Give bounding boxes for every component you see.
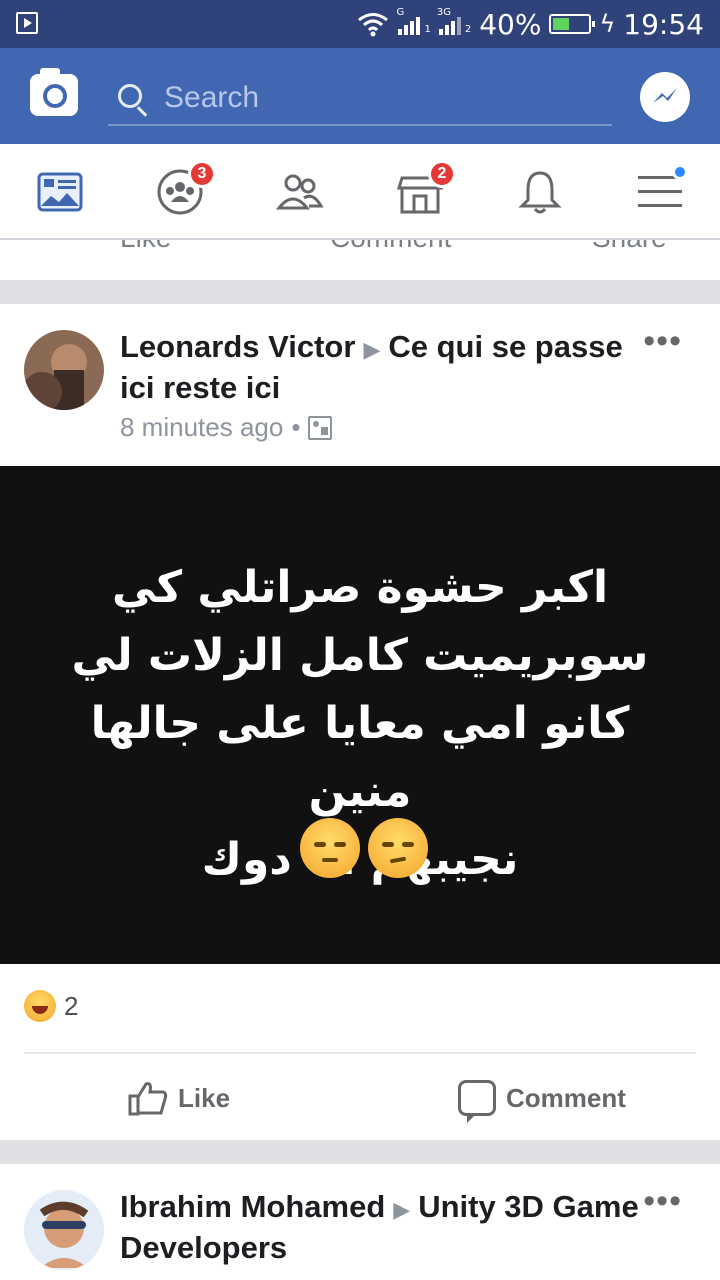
image-text-line: سوبريميت كامل الزلات لي: [71, 630, 649, 681]
avatar-image: [24, 330, 104, 410]
author-avatar[interactable]: [24, 330, 104, 410]
signal-icon-sim2: 3G 2: [436, 7, 472, 35]
play-store-icon: [16, 12, 38, 34]
next-author-avatar[interactable]: [24, 1190, 104, 1270]
battery-percentage: 40%: [479, 7, 542, 41]
status-icons: G1 3G 2 40% ϟ 19:54: [356, 7, 704, 41]
image-text-line: اكبر حشوة صراتلي كي: [111, 562, 609, 613]
navigation-tabs: 3 2: [0, 144, 720, 240]
post-header: Leonards Victor ▶ Ce qui se passe ici rest…: [0, 304, 720, 466]
news-feed-icon: [37, 172, 83, 212]
post-separator: [0, 1140, 720, 1164]
comment-icon: [458, 1080, 496, 1123]
camera-icon[interactable]: [30, 68, 78, 116]
battery-icon: [549, 14, 596, 34]
post-title: Leonards Victor ▶ Ce qui se passe ici rest…: [120, 328, 640, 407]
separator-dot: •: [291, 412, 301, 442]
previous-like-button[interactable]: Like: [120, 240, 171, 254]
next-avatar-image: [24, 1190, 104, 1270]
messenger-bolt-icon: [653, 88, 677, 103]
thumbs-up-icon: [128, 1082, 168, 1116]
smirking-face-icon: [368, 818, 428, 878]
clock: 19:54: [623, 7, 704, 41]
tab-notifications[interactable]: [516, 168, 564, 216]
marketplace-badge: 2: [428, 160, 456, 188]
wifi-icon: [358, 13, 389, 37]
charging-icon: ϟ: [599, 10, 616, 38]
messenger-icon[interactable]: [640, 72, 690, 122]
like-button[interactable]: Like: [128, 1076, 230, 1120]
comment-button[interactable]: Comment: [458, 1076, 626, 1123]
search-input[interactable]: [164, 80, 584, 116]
menu-notification-dot: [672, 164, 688, 180]
friends-icon: [275, 174, 324, 210]
tab-friends[interactable]: [275, 168, 324, 216]
post-separator: [0, 280, 720, 304]
groups-badge: 3: [188, 160, 216, 188]
tab-news-feed[interactable]: [36, 168, 84, 216]
arrow-icon: ▶: [393, 1197, 411, 1222]
search-icon: [118, 84, 142, 108]
bell-icon: [518, 171, 562, 214]
search-bar[interactable]: [108, 70, 612, 126]
tab-menu[interactable]: [636, 164, 688, 216]
group-audience-icon: [308, 415, 333, 440]
image-text-line: كانو امي معايا على جالها منين: [90, 698, 630, 817]
like-label: Like: [178, 1082, 231, 1113]
more-options-icon[interactable]: •••: [643, 322, 682, 361]
reaction-summary[interactable]: 2: [24, 990, 78, 1022]
top-bar: [0, 48, 720, 144]
tab-groups[interactable]: 3: [156, 160, 216, 216]
author-name[interactable]: Leonards Victor: [120, 329, 355, 364]
arrow-icon: ▶: [363, 337, 381, 362]
reaction-divider: [24, 1052, 696, 1054]
next-author-name[interactable]: Ibrahim Mohamed: [120, 1189, 385, 1224]
previous-comment-button[interactable]: Comment: [330, 240, 451, 254]
signal-icon-sim1: G1: [396, 7, 431, 35]
image-emojis: [300, 818, 428, 878]
next-post-header: Ibrahim Mohamed ▶ Unity 3D Game Developers…: [0, 1164, 720, 1280]
tab-marketplace[interactable]: 2: [396, 160, 456, 216]
previous-post-actions: Like Comment Share: [0, 240, 720, 280]
next-post-title: Ibrahim Mohamed ▶ Unity 3D Game Developers: [120, 1188, 640, 1267]
post-image[interactable]: اكبر حشوة صراتلي كي سوبريميت كامل الزلات…: [0, 466, 720, 964]
reaction-count: 2: [64, 990, 79, 1021]
next-more-options-icon[interactable]: •••: [643, 1182, 682, 1221]
haha-reaction-icon: [24, 990, 56, 1022]
pensive-face-icon: [300, 818, 360, 878]
comment-label: Comment: [506, 1082, 626, 1113]
post-time[interactable]: 8 minutes ago: [120, 412, 283, 443]
previous-share-button[interactable]: Share: [592, 240, 667, 254]
post-meta: 8 minutes ago •: [120, 412, 333, 443]
status-bar: G1 3G 2 40% ϟ 19:54: [0, 0, 720, 48]
